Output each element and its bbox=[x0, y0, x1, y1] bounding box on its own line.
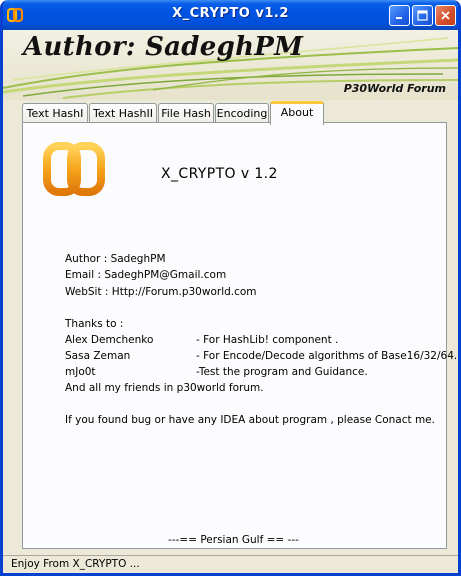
tab-file-hash[interactable]: File Hash bbox=[158, 103, 214, 124]
thanks-heading: Thanks to : bbox=[65, 318, 124, 330]
header-banner: Author: SadeghPM P30World Forum bbox=[3, 30, 458, 100]
tab-text-hash-2[interactable]: Text HashII bbox=[89, 103, 157, 124]
author-line: Author : SadeghPM bbox=[65, 253, 166, 265]
close-button[interactable] bbox=[435, 5, 456, 26]
title-bar[interactable]: X_CRYPTO v1.2 bbox=[3, 0, 458, 30]
website-line: WebSit : Http://Forum.p30world.com bbox=[65, 286, 257, 298]
tab-text-hash-1[interactable]: Text HashI bbox=[22, 103, 88, 124]
status-bar: Enjoy From X_CRYPTO ... bbox=[3, 555, 458, 573]
bug-report-line: If you found bug or have any IDEA about … bbox=[65, 414, 435, 426]
email-line: Email : SadeghPM@Gmail.com bbox=[65, 269, 227, 281]
friends-line: And all my friends in p30world forum. bbox=[65, 382, 264, 394]
close-icon bbox=[441, 11, 450, 20]
tab-encoding[interactable]: Encoding bbox=[215, 103, 269, 124]
app-window: X_CRYPTO v1.2 Author: SadeghPM P30World … bbox=[0, 0, 461, 576]
maximize-button[interactable] bbox=[412, 5, 433, 26]
minimize-icon bbox=[396, 17, 402, 19]
forum-banner-text: P30World Forum bbox=[343, 82, 446, 95]
x-crypto-logo-icon bbox=[43, 142, 105, 196]
thanks-name: Alex Demchenko bbox=[65, 334, 154, 346]
thanks-desc: -Test the program and Guidance. bbox=[196, 366, 368, 378]
maximize-icon bbox=[417, 10, 428, 21]
minimize-button[interactable] bbox=[389, 5, 410, 26]
thanks-desc: - For HashLib! component . bbox=[196, 334, 339, 346]
app-name-heading: X_CRYPTO v 1.2 bbox=[161, 166, 278, 182]
thanks-desc: - For Encode/Decode algorithms of Base16… bbox=[196, 350, 458, 362]
thanks-name: mJo0t bbox=[65, 366, 96, 378]
tab-about[interactable]: About bbox=[270, 101, 324, 125]
status-text: Enjoy From X_CRYPTO ... bbox=[11, 558, 140, 570]
thanks-name: Sasa Zeman bbox=[65, 350, 131, 362]
persian-gulf-footer: ---== Persian Gulf == --- bbox=[168, 534, 299, 546]
author-banner-text: Author: SadeghPM bbox=[23, 32, 304, 62]
